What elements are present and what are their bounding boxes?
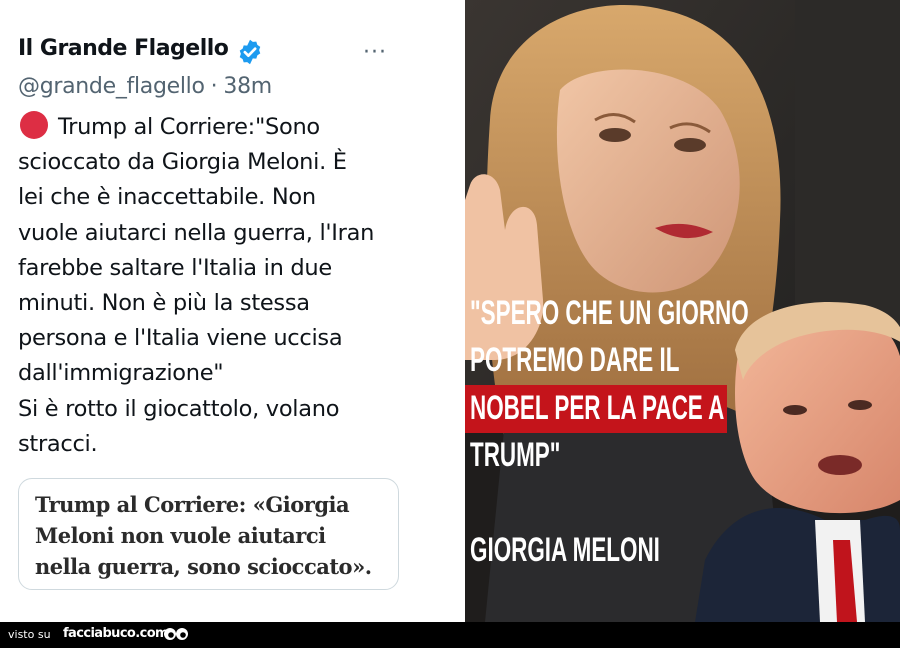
overlay-quote-line: TRUMP" [470, 436, 561, 474]
tweet-body-line: persona e l'Italia viene uccisa [18, 325, 343, 352]
tweet-timestamp[interactable]: 38m [223, 74, 272, 99]
more-options-icon[interactable]: ··· [363, 40, 387, 65]
handle-separator: · [210, 74, 218, 99]
quoted-headline-line: nella guerra, sono scioccato». [35, 554, 372, 579]
quoted-headline-line: Trump al Corriere: «Giorgia [35, 492, 350, 517]
verified-badge-icon [239, 39, 261, 65]
watermark-footer: visto su facciabuco.com [0, 622, 900, 648]
quoted-article-card[interactable]: Trump al Corriere: «Giorgia Meloni non v… [18, 478, 399, 590]
tweet-body-line: dall'immigrazione" [18, 360, 224, 387]
quoted-headline-line: Meloni non vuole aiutarci [35, 523, 326, 548]
tweet-panel: Il Grande Flagello ··· @grande_flagello ·… [0, 0, 465, 622]
overlay-attribution: GIORGIA MELONI [470, 531, 660, 569]
footer-visto-label: visto su [8, 628, 51, 641]
tweet-body-line: lei che è inaccettabile. Non [18, 184, 316, 211]
tweet-body-line: farebbe saltare l'Italia in due [18, 254, 332, 281]
tweet-body-line: scioccato da Giorgia Meloni. È [18, 149, 347, 176]
tweet-body-line: vuole aiutarci nella guerra, l'Iran [18, 219, 375, 246]
tweet-body: Trump al Corriere:"Sono scioccato da Gio… [18, 110, 438, 462]
author-name[interactable]: Il Grande Flagello [18, 36, 229, 61]
tweet-body-line: minuti. Non è più la stessa [18, 290, 310, 317]
tweet-body-line: Si è rotto il giocattolo, volano [18, 395, 340, 422]
footer-site-link[interactable]: facciabuco.com [63, 626, 169, 641]
author-handle[interactable]: @grande_flagello [18, 74, 205, 99]
overlay-quote-line: "SPERO CHE UN GIORNO [470, 294, 749, 332]
overlay-quote-line: POTREMO DARE IL [470, 341, 680, 379]
overlay-quote-line: NOBEL PER LA PACE A [470, 389, 725, 427]
red-circle-icon [20, 111, 48, 139]
tweet-body-line: Trump al Corriere:"Sono [18, 110, 438, 145]
quoted-article-headline: Trump al Corriere: «Giorgia Meloni non v… [35, 489, 395, 582]
meme-photo[interactable]: "SPERO CHE UN GIORNO POTREMO DARE IL NOB… [465, 0, 900, 622]
author-handle-row: @grande_flagello · 38m [18, 74, 272, 99]
facciabuco-eyes-logo-icon [164, 628, 188, 640]
tweet-body-line: stracci. [18, 430, 98, 457]
